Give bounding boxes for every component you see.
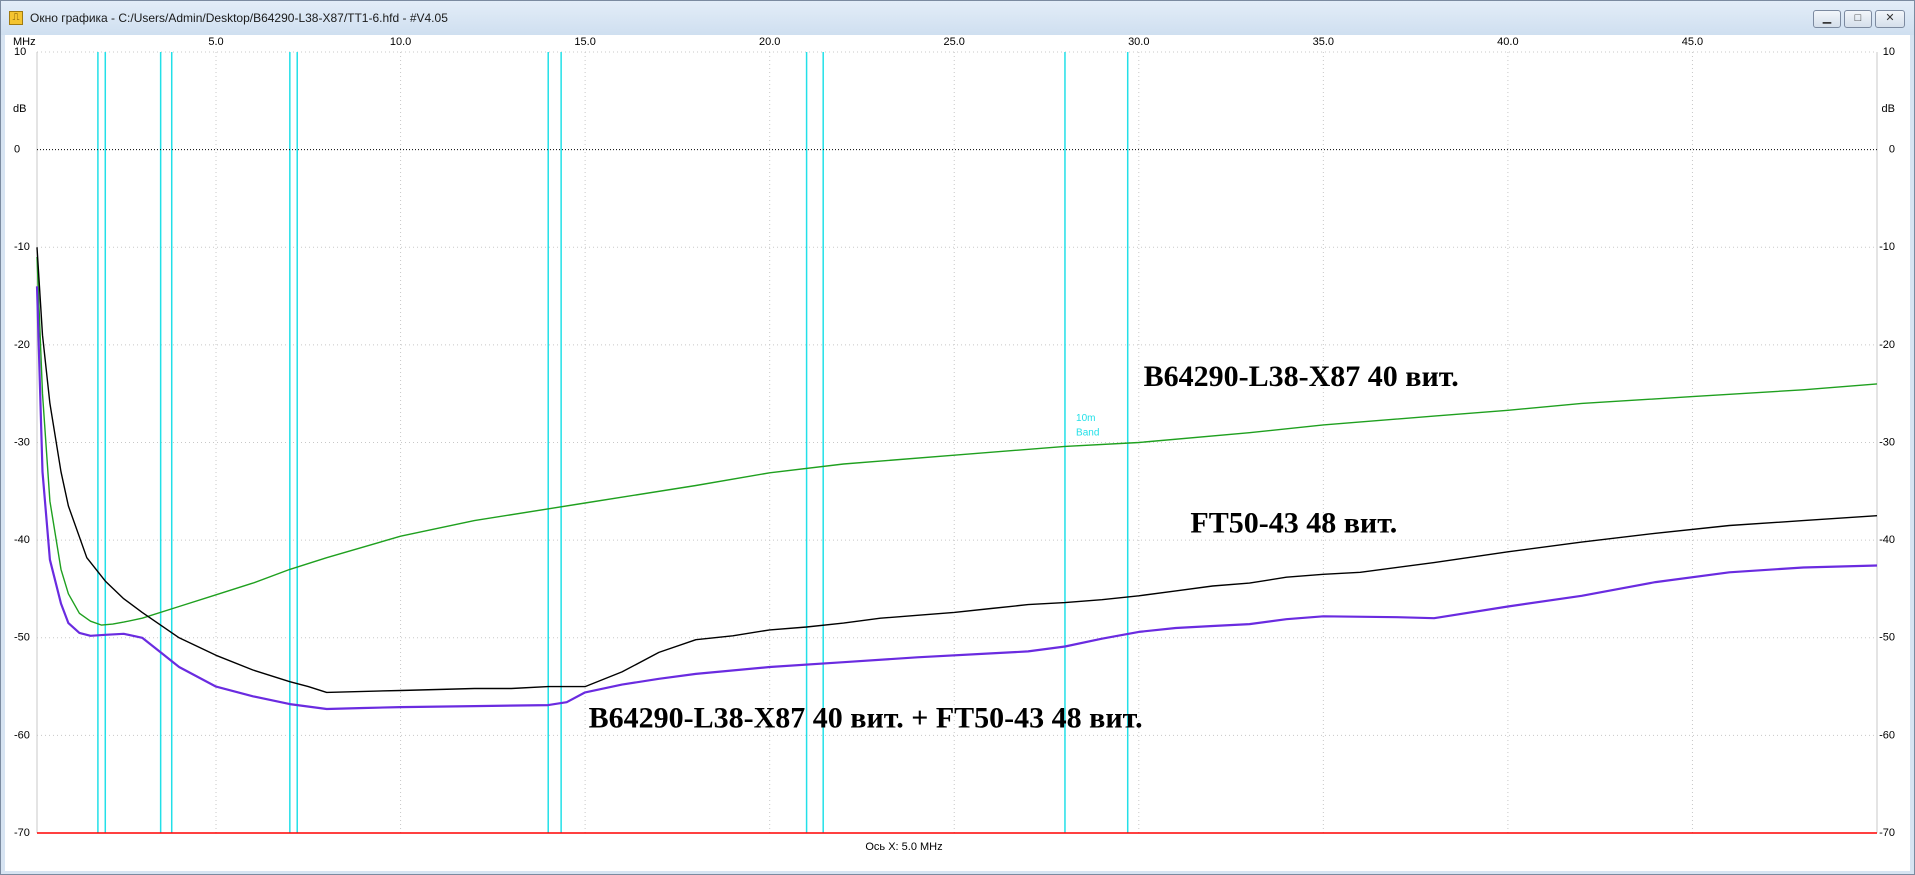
maximize-button[interactable]: □	[1844, 10, 1872, 28]
band-label: 10m	[1076, 413, 1095, 424]
series-line-1	[36, 256, 1878, 626]
x-tick-label: 10.0	[390, 36, 411, 48]
curve-annotation: B64290-L38-X87 40 вит.	[1144, 360, 1459, 393]
x-tick-label: 40.0	[1497, 36, 1518, 48]
close-button[interactable]: ✕	[1875, 10, 1905, 28]
series-line-2	[36, 247, 1878, 694]
curve-annotation: B64290-L38-X87 40 вит. + FT50-43 48 вит.	[589, 702, 1143, 735]
y-tick-label-left: -50	[14, 632, 30, 644]
y-tick-label-right: -60	[1879, 729, 1895, 741]
x-tick-label: 45.0	[1682, 36, 1703, 48]
series-line-3	[35, 286, 1878, 711]
y-unit-label-left: dB	[13, 103, 26, 115]
x-tick-label: 5.0	[208, 36, 223, 48]
y-tick-label-left: 10	[14, 46, 26, 58]
maximize-icon: □	[1854, 12, 1862, 24]
x-tick-label: 35.0	[1313, 36, 1334, 48]
x-axis-caption: Ось X: 5.0 MHz	[865, 841, 942, 853]
y-tick-label-left: -30	[14, 436, 30, 448]
curve-annotation: FT50-43 48 вит.	[1190, 506, 1397, 539]
x-tick-label: 30.0	[1128, 36, 1149, 48]
x-tick-label: 15.0	[574, 36, 595, 48]
y-tick-label-right: 0	[1889, 144, 1895, 156]
chart-window: ⎍ Окно графика - C:/Users/Admin/Desktop/…	[0, 0, 1915, 875]
y-tick-label-right: -20	[1879, 339, 1895, 351]
y-tick-label-left: -40	[14, 534, 30, 546]
title-bar[interactable]: ⎍ Окно графика - C:/Users/Admin/Desktop/…	[1, 1, 1914, 35]
y-tick-label-right: -10	[1879, 241, 1895, 253]
band-label: Band	[1076, 428, 1099, 439]
y-tick-label-right: -50	[1879, 632, 1895, 644]
y-tick-label-left: -70	[14, 827, 30, 839]
y-unit-label-right: dB	[1882, 103, 1895, 115]
plot-area[interactable]: MHz dB dB Ось X: 5.0 MHz 5.0 10.0 15.0 20.0…	[5, 35, 1910, 871]
y-tick-label-right: -40	[1879, 534, 1895, 546]
series-lines	[35, 247, 1878, 711]
minimize-button[interactable]: ▁	[1813, 10, 1841, 28]
x-tick-label: 25.0	[944, 36, 965, 48]
minimize-icon: ▁	[1822, 12, 1832, 24]
close-icon: ✕	[1885, 12, 1895, 24]
y-tick-label-left: 0	[14, 144, 20, 156]
y-tick-label-right: -70	[1879, 827, 1895, 839]
y-tick-label-left: -60	[14, 729, 30, 741]
chart-app-icon: ⎍	[9, 11, 23, 25]
y-tick-label-right: -30	[1879, 436, 1895, 448]
y-tick-label-left: -20	[14, 339, 30, 351]
y-tick-label-right: 10	[1883, 46, 1895, 58]
y-tick-label-left: -10	[14, 241, 30, 253]
chart-svg[interactable]: MHz dB dB Ось X: 5.0 MHz 5.0 10.0 15.0 20.0…	[5, 35, 1910, 871]
window-title: Окно графика - C:/Users/Admin/Desktop/B6…	[30, 11, 448, 25]
x-tick-label: 20.0	[759, 36, 780, 48]
